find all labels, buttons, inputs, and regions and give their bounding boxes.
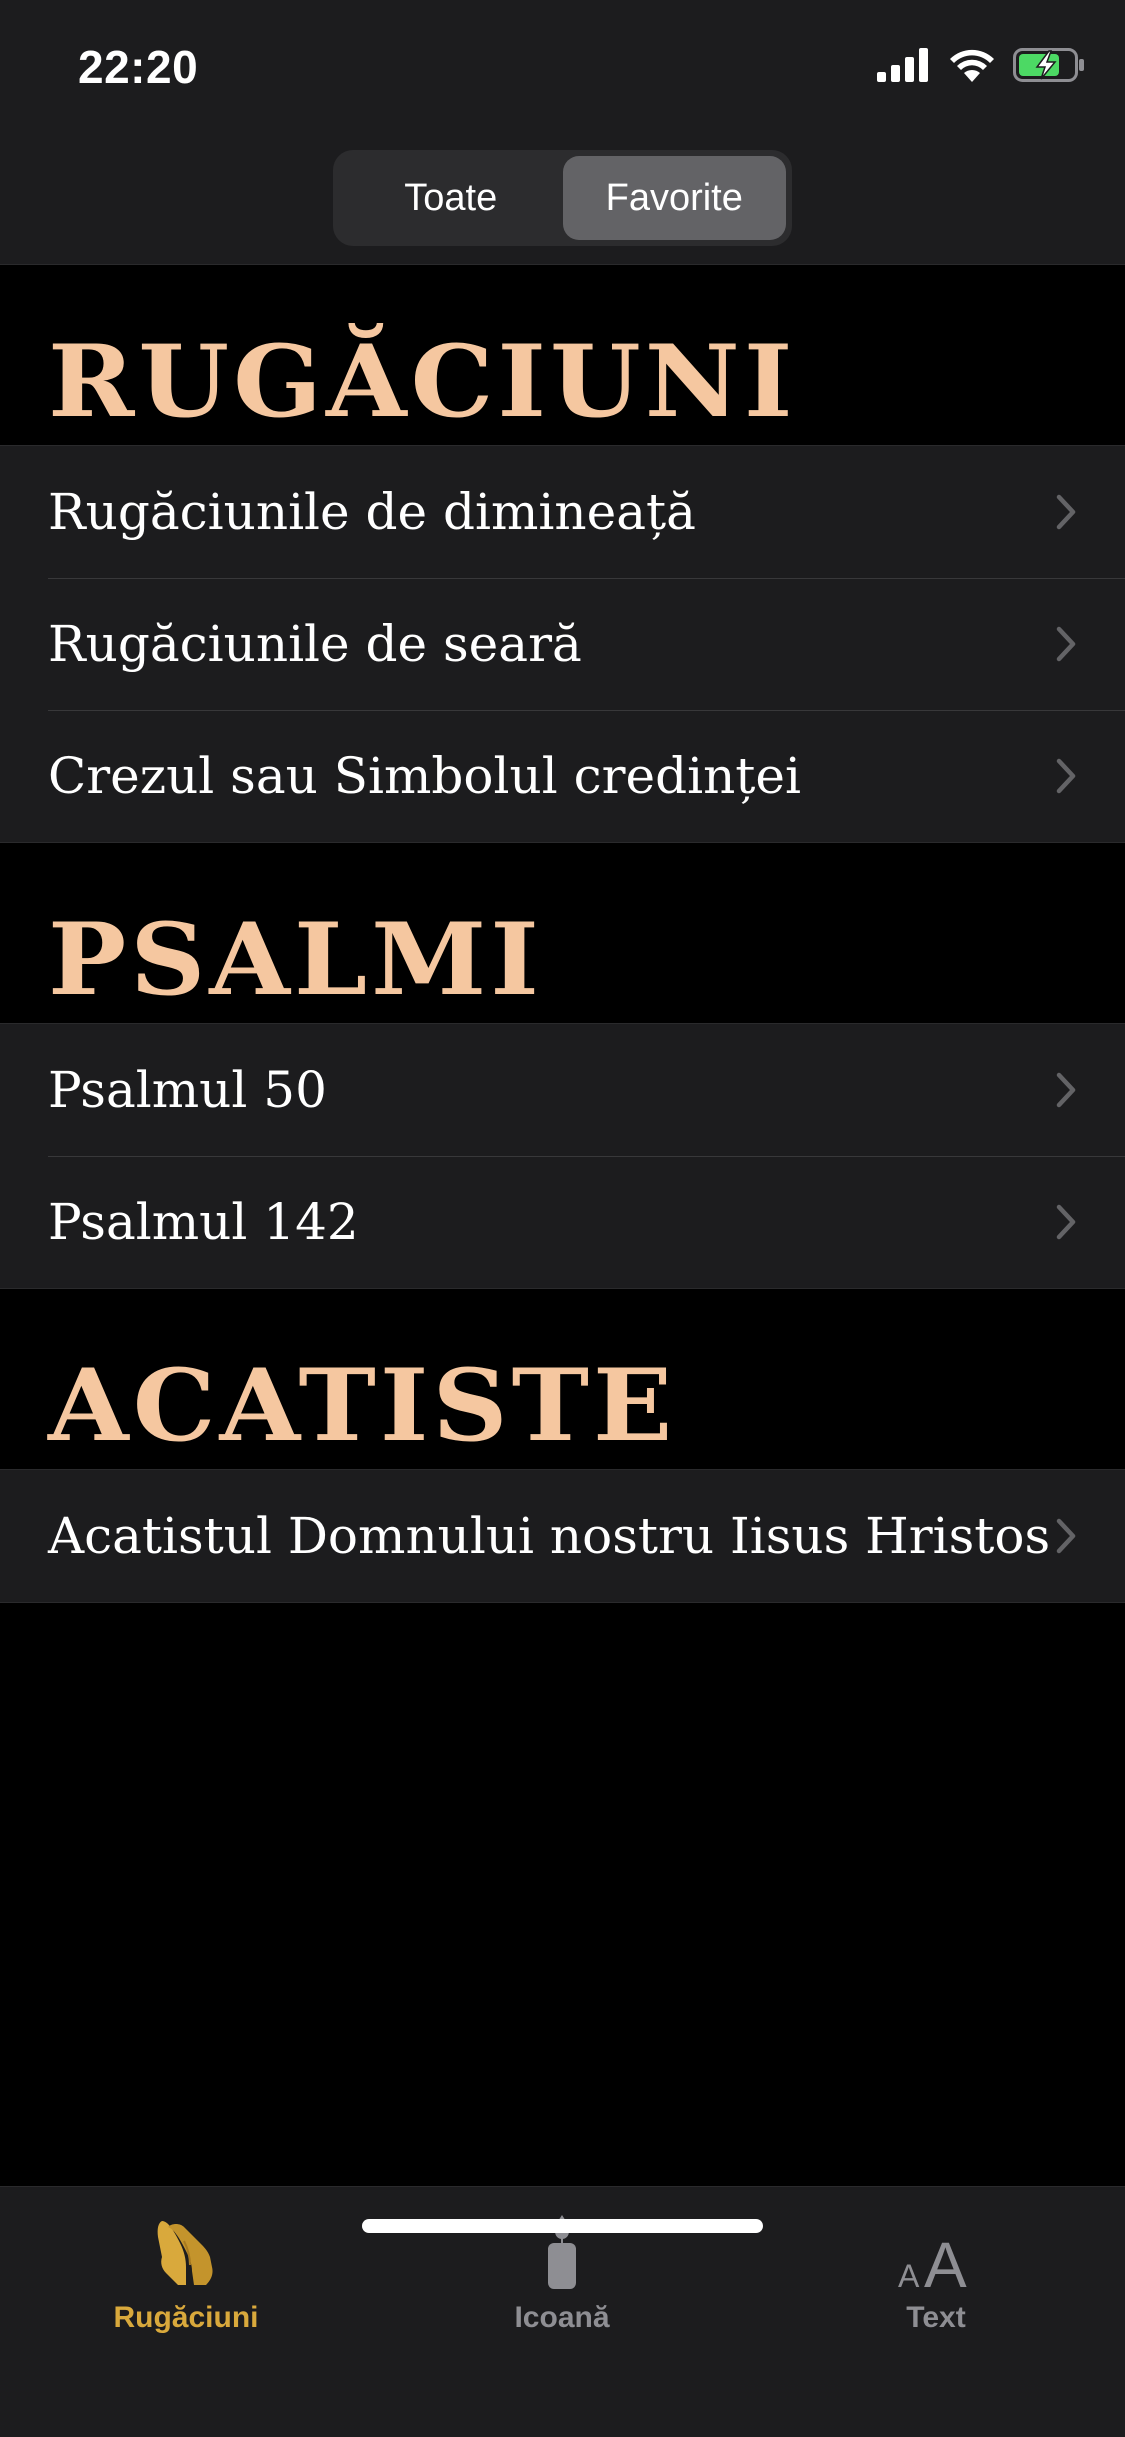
list-item-akathist-jesus[interactable]: Acatistul Domnului nostru Iisus Hristos: [0, 1470, 1125, 1602]
chevron-right-icon: [1056, 758, 1076, 794]
section-list: Rugăciunile de dimineață Rugăciunile de …: [0, 445, 1125, 843]
chevron-right-icon: [1056, 626, 1076, 662]
praying-hands-icon: [154, 2209, 218, 2289]
wifi-icon: [950, 49, 994, 82]
segment-all[interactable]: Toate: [339, 156, 563, 240]
section-header: ACATISTE: [0, 1289, 1125, 1469]
section-header: RUGĂCIUNI: [0, 265, 1125, 445]
list-item-label: Rugăciunile de seară: [48, 615, 582, 673]
section-title-akathists: ACATISTE: [48, 1346, 677, 1464]
tab-bar: Rugăciuni Icoană A A Text: [0, 2186, 1125, 2437]
chevron-right-icon: [1056, 1072, 1076, 1108]
section-prayers: RUGĂCIUNI Rugăciunile de dimineață Rugăc…: [0, 265, 1125, 843]
list-item-psalm-142[interactable]: Psalmul 142: [0, 1156, 1125, 1288]
tab-label: Text: [906, 2301, 966, 2334]
list-item-morning-prayers[interactable]: Rugăciunile de dimineață: [0, 446, 1125, 578]
favorites-segmented-control: Toate Favorite: [333, 150, 792, 246]
chevron-right-icon: [1056, 1518, 1076, 1554]
list-item-evening-prayers[interactable]: Rugăciunile de seară: [0, 578, 1125, 710]
section-akathists: ACATISTE Acatistul Domnului nostru Iisus…: [0, 1289, 1125, 1603]
tab-text[interactable]: A A Text: [816, 2209, 1056, 2335]
status-icons: [877, 48, 1085, 82]
chevron-right-icon: [1056, 1204, 1076, 1240]
prayer-list: RUGĂCIUNI Rugăciunile de dimineață Rugăc…: [0, 265, 1125, 1603]
section-title-prayers: RUGĂCIUNI: [48, 322, 797, 440]
section-list: Psalmul 50 Psalmul 142: [0, 1023, 1125, 1289]
section-psalms: PSALMI Psalmul 50 Psalmul 142: [0, 843, 1125, 1289]
home-indicator: [362, 2219, 763, 2233]
svg-text:A: A: [898, 2258, 920, 2289]
cellular-signal-icon: [877, 48, 928, 82]
battery-charging-icon: [1013, 48, 1084, 82]
section-title-psalms: PSALMI: [48, 900, 543, 1018]
list-item-label: Psalmul 142: [48, 1193, 359, 1251]
section-header: PSALMI: [0, 843, 1125, 1023]
tab-label: Rugăciuni: [113, 2301, 259, 2334]
list-item-psalm-50[interactable]: Psalmul 50: [0, 1024, 1125, 1156]
section-list: Acatistul Domnului nostru Iisus Hristos: [0, 1469, 1125, 1603]
top-bar: 22:20 Toate Favorite: [0, 0, 1125, 265]
list-item-label: Psalmul 50: [48, 1061, 327, 1119]
list-item-label: Crezul sau Simbolul credinței: [48, 747, 801, 805]
text-size-icon: A A: [896, 2209, 976, 2289]
list-item-label: Rugăciunile de dimineață: [48, 483, 696, 541]
list-item-creed[interactable]: Crezul sau Simbolul credinței: [0, 710, 1125, 842]
status-time: 22:20: [78, 41, 199, 93]
tab-label: Icoană: [514, 2301, 610, 2334]
tab-prayers[interactable]: Rugăciuni: [66, 2209, 306, 2335]
svg-text:A: A: [924, 2229, 967, 2289]
list-item-label: Acatistul Domnului nostru Iisus Hristos: [48, 1507, 1051, 1565]
segment-favorites[interactable]: Favorite: [562, 156, 786, 240]
chevron-right-icon: [1056, 494, 1076, 530]
